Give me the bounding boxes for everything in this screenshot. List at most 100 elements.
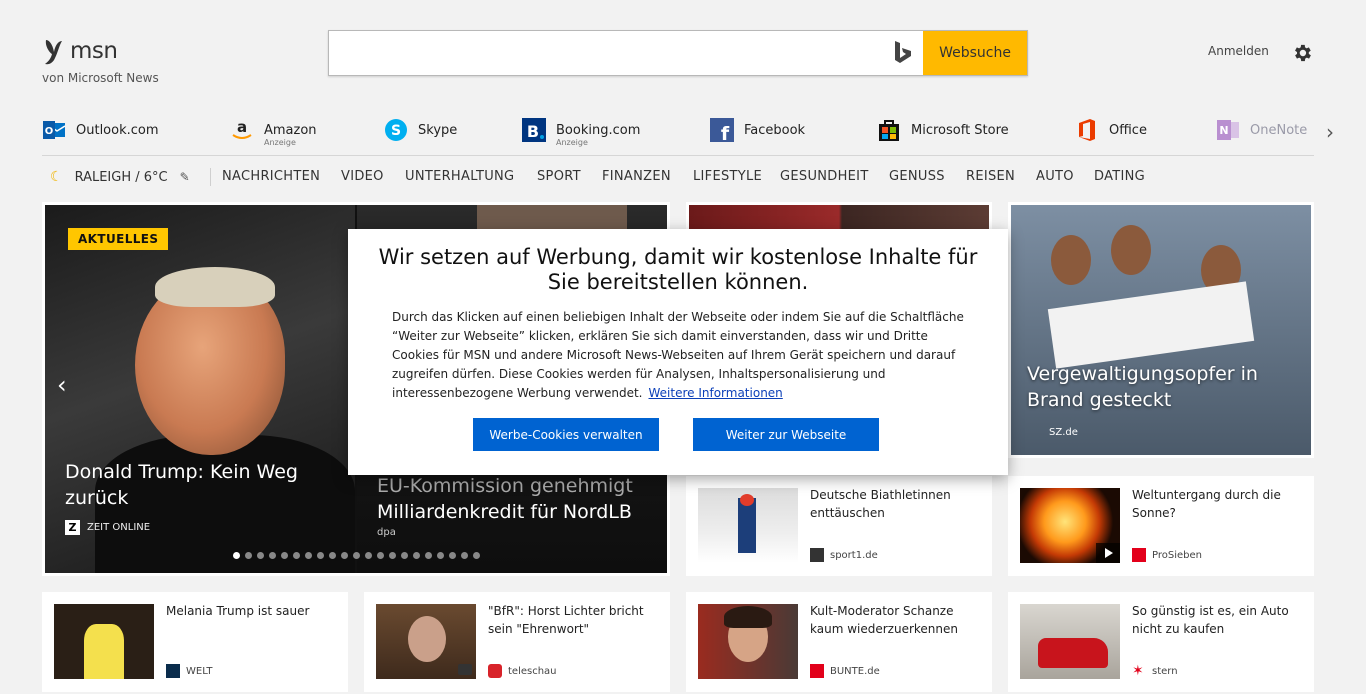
carousel-dot[interactable]: [329, 552, 336, 559]
nav-item-unterhaltung[interactable]: UNTERHALTUNG: [405, 169, 514, 184]
play-icon[interactable]: [1096, 543, 1120, 563]
cookie-consent-dialog: Wir setzen auf Werbung, damit wir kosten…: [348, 229, 1008, 475]
welt-logo-icon: [166, 664, 180, 678]
search-input[interactable]: [329, 31, 885, 75]
carousel-dots: [233, 552, 480, 559]
continue-to-website-button[interactable]: Weiter zur Webseite: [693, 418, 879, 451]
card-headline[interactable]: Melania Trump ist sauer: [166, 602, 336, 620]
carousel-dot[interactable]: [413, 552, 420, 559]
news-card[interactable]: So günstig ist es, ein Auto nicht zu kau…: [1008, 592, 1314, 692]
quicklink-outlook[interactable]: O Outlook.com: [42, 118, 159, 152]
quicklink-amazon[interactable]: a Amazon Anzeige: [230, 118, 317, 152]
secondary-headline-line2[interactable]: Milliardenkredit für NordLB: [377, 501, 632, 523]
carousel-dot[interactable]: [341, 552, 348, 559]
nav-item-genuss[interactable]: GENUSS: [889, 169, 945, 184]
carousel-dot[interactable]: [401, 552, 408, 559]
category-nav: ☾ RALEIGH / 6°C ✎ NACHRICHTEN VIDEO UNTE…: [42, 160, 1314, 196]
hero-image[interactable]: [45, 205, 355, 573]
gear-icon[interactable]: [1291, 42, 1313, 64]
tile-source: SZ.de: [1049, 427, 1078, 438]
news-card[interactable]: "BfR": Horst Lichter bricht sein "Ehrenw…: [364, 592, 670, 692]
bunte-logo-icon: [810, 664, 824, 678]
carousel-dot[interactable]: [473, 552, 480, 559]
more-info-link[interactable]: Weitere Informationen: [649, 386, 783, 400]
chevron-left-icon[interactable]: ‹: [57, 371, 67, 399]
websuche-button[interactable]: Websuche: [923, 31, 1027, 75]
nav-item-reisen[interactable]: REISEN: [966, 169, 1015, 184]
quicklink-office[interactable]: Office: [1075, 118, 1147, 152]
card-thumbnail: [1020, 488, 1120, 563]
carousel-dot[interactable]: [281, 552, 288, 559]
card-source: sport1.de: [810, 548, 878, 562]
carousel-dot[interactable]: [257, 552, 264, 559]
news-card[interactable]: Kult-Moderator Schanze kaum wiederzuerke…: [686, 592, 992, 692]
news-card[interactable]: Melania Trump ist sauer WELT: [42, 592, 348, 692]
news-card[interactable]: Deutsche Biathletinnen enttäuschen sport…: [686, 476, 992, 576]
quicklink-facebook[interactable]: f Facebook: [710, 118, 805, 152]
news-card[interactable]: Weltuntergang durch die Sonne? ProSieben: [1008, 476, 1314, 576]
carousel-dot[interactable]: [437, 552, 444, 559]
ad-label: Anzeige: [556, 138, 588, 147]
nav-item-video[interactable]: VIDEO: [341, 169, 384, 184]
card-headline[interactable]: Weltuntergang durch die Sonne?: [1132, 486, 1302, 522]
prosieben-logo-icon: [1132, 548, 1146, 562]
quicklink-label: Office: [1109, 123, 1147, 138]
carousel-dot[interactable]: [293, 552, 300, 559]
carousel-dot[interactable]: [353, 552, 360, 559]
quicklink-label: Facebook: [744, 123, 806, 138]
card-headline[interactable]: Kult-Moderator Schanze kaum wiederzuerke…: [810, 602, 980, 638]
quicklink-skype[interactable]: S Skype: [384, 118, 457, 152]
quicklink-label: Microsoft Store: [911, 123, 1009, 138]
carousel-dot[interactable]: [377, 552, 384, 559]
teleschau-logo-icon: [488, 664, 502, 678]
carousel-dot[interactable]: [449, 552, 456, 559]
quicklink-microsoft-store[interactable]: Microsoft Store: [877, 118, 1009, 152]
card-headline[interactable]: "BfR": Horst Lichter bricht sein "Ehrenw…: [488, 602, 658, 638]
card-source-label: BUNTE.de: [830, 665, 880, 677]
carousel-dot[interactable]: [245, 552, 252, 559]
secondary-source: dpa: [377, 527, 396, 538]
weather-widget[interactable]: ☾ RALEIGH / 6°C ✎: [50, 169, 190, 185]
quicklink-onenote[interactable]: N OneNote: [1216, 118, 1307, 152]
nav-item-lifestyle[interactable]: LIFESTYLE: [693, 169, 762, 184]
carousel-dot[interactable]: [365, 552, 372, 559]
nav-item-auto[interactable]: AUTO: [1036, 169, 1074, 184]
svg-text:S: S: [391, 123, 401, 139]
aktuelles-badge: AKTUELLES: [68, 228, 169, 250]
carousel-dot[interactable]: [305, 552, 312, 559]
hero-source-label: ZEIT ONLINE: [87, 522, 151, 533]
card-source-label: ProSieben: [1152, 549, 1202, 561]
signin-link[interactable]: Anmelden: [1208, 44, 1269, 58]
nav-item-dating[interactable]: DATING: [1094, 169, 1145, 184]
card-source: WELT: [166, 664, 213, 678]
stern-logo-icon: ✶: [1132, 663, 1144, 679]
news-tile-rape-protest[interactable]: Vergewaltigungsopfer in Brand gesteckt S…: [1008, 202, 1314, 458]
manage-ad-cookies-button[interactable]: Werbe-Cookies verwalten: [473, 418, 659, 451]
office-icon: [1079, 119, 1095, 141]
carousel-dot[interactable]: [233, 552, 240, 559]
nav-item-finanzen[interactable]: FINANZEN: [602, 169, 671, 184]
carousel-dot[interactable]: [425, 552, 432, 559]
secondary-headline-line1[interactable]: EU-Kommission genehmigt: [377, 475, 633, 497]
booking-icon: B: [522, 118, 546, 142]
nav-item-sport[interactable]: SPORT: [537, 169, 581, 184]
tile-headline[interactable]: Vergewaltigungsopfer in Brand gesteckt: [1027, 361, 1297, 413]
svg-text:f: f: [721, 123, 730, 142]
chevron-right-icon[interactable]: ›: [1326, 120, 1334, 144]
nav-item-gesundheit[interactable]: GESUNDHEIT: [780, 169, 869, 184]
card-headline[interactable]: Deutsche Biathletinnen enttäuschen: [810, 486, 980, 522]
edit-pencil-icon[interactable]: ✎: [180, 170, 190, 184]
hero-headline[interactable]: Donald Trump: Kein Weg zurück: [65, 459, 335, 511]
carousel-dot[interactable]: [269, 552, 276, 559]
quicklink-booking[interactable]: B Booking.com Anzeige: [522, 118, 640, 152]
moon-icon: ☾: [50, 169, 63, 185]
brand-tagline: von Microsoft News: [42, 71, 159, 85]
carousel-dot[interactable]: [317, 552, 324, 559]
nav-item-nachrichten[interactable]: NACHRICHTEN: [222, 169, 320, 184]
ad-label: Anzeige: [264, 138, 296, 147]
card-headline[interactable]: So günstig ist es, ein Auto nicht zu kau…: [1132, 602, 1302, 638]
card-source: ✶ stern: [1132, 664, 1178, 678]
carousel-dot[interactable]: [389, 552, 396, 559]
carousel-dot[interactable]: [461, 552, 468, 559]
bing-icon: [895, 41, 911, 63]
